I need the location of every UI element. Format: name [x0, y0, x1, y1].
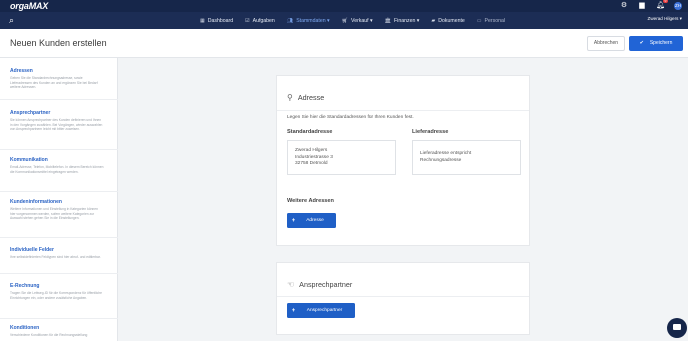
nav-dokumente[interactable]: ▰ Dokumente — [431, 18, 464, 24]
section-sidebar: Adressen Geben Sie die Standardrechnungs… — [0, 58, 118, 341]
nav-personal[interactable]: ▭ Personal — [477, 18, 505, 24]
sidebar-item-e-rechnung[interactable]: E-Rechnung Tragen Sie die Leitweg-ID für… — [0, 274, 118, 319]
delivery-address-box[interactable]: Lieferadresse entspricht Rechnungsadress… — [412, 140, 521, 175]
address-card-title: Adresse — [297, 93, 325, 102]
sidebar-item-kommunikation[interactable]: Kommunikation Email-Adresse, Telefon, Mo… — [0, 150, 118, 192]
sidebar-item-individuelle-felder[interactable]: Individuelle Felder Ihre selbstdefiniert… — [0, 238, 118, 274]
address-intro-text: Legen Sie hier die Standardadressen für … — [287, 115, 414, 120]
sidebar-item-adressen[interactable]: Adressen Geben Sie die Standardrechnungs… — [0, 58, 118, 100]
search-icon[interactable]: ⌕ — [9, 15, 14, 26]
cart-icon: 🛒︎ — [341, 17, 349, 24]
bell-icon[interactable]: 🔔︎ 9 — [656, 0, 668, 10]
standard-address-box[interactable]: Zwerad Hilgers Industriestrasse 3 32758 … — [287, 140, 396, 175]
notification-badge: 9 — [663, 0, 668, 3]
grid-icon: ▦ — [200, 17, 205, 24]
sidebar-item-ansprechpartner[interactable]: Ansprechpartner Sie können Ansprechpartn… — [0, 100, 118, 150]
nav-finanzen[interactable]: 🏛︎ Finanzen ▾ — [385, 18, 420, 24]
main-navigation: ⌕ ▦ Dashboard ☑ Aufgaben 👥︎ Stammdaten ▾ 🛒︎… — [0, 12, 688, 29]
address-card: ⚲ Adresse Legen Sie hier die Standardadr… — [276, 75, 530, 246]
divider — [277, 296, 529, 297]
checkmark-icon: ✔ — [639, 40, 644, 46]
save-button[interactable]: ✔ Speichern — [629, 36, 683, 51]
nav-dashboard[interactable]: ▦ Dashboard — [200, 18, 233, 24]
delivery-address-title: Lieferadresse — [412, 129, 449, 135]
nav-stammdaten[interactable]: 👥︎ Stammdaten ▾ — [287, 18, 330, 24]
add-contact-person-button[interactable]: + Ansprechpartner — [287, 303, 355, 318]
divider — [277, 110, 529, 111]
people-icon: 👥︎ — [286, 17, 294, 24]
nav-aufgaben[interactable]: ☑ Aufgaben — [245, 18, 275, 24]
id-card-icon: ▭ — [476, 17, 482, 24]
chat-bubble-icon[interactable] — [667, 318, 687, 338]
page-title: Neuen Kunden erstellen — [10, 38, 107, 48]
add-address-button[interactable]: + Adresse — [287, 213, 336, 228]
bank-icon: 🏛︎ — [384, 17, 392, 24]
cancel-button[interactable]: Abbrechen — [587, 36, 625, 51]
building-icon[interactable]: ▆ — [638, 2, 646, 10]
top-bar: orgaMAX ⚙ ▆ 🔔︎ 9 ZH — [0, 0, 688, 12]
standard-address-title: Standardadresse — [287, 129, 333, 135]
check-icon: ☑ — [245, 17, 250, 24]
contact-card-title: Ansprechpartner — [299, 280, 353, 289]
avatar[interactable]: ZH — [674, 2, 682, 10]
location-pin-icon: ⚲ — [287, 93, 293, 102]
settings-gear-icon[interactable]: ⚙ — [620, 2, 628, 10]
page-header: Neuen Kunden erstellen Abbrechen ✔ Speich… — [0, 29, 688, 58]
app-logo[interactable]: orgaMAX — [10, 1, 48, 11]
sidebar-item-kundeninformationen[interactable]: Kundeninformationen Weitere Informatione… — [0, 192, 118, 238]
sidebar-item-konditionen[interactable]: Konditionen Verschiedene Konditionen für… — [0, 319, 118, 341]
plus-icon: + — [291, 307, 296, 314]
contact-person-card: ☜ Ansprechpartner + Ansprechpartner — [276, 262, 530, 335]
plus-icon: + — [291, 217, 296, 224]
nav-verkauf[interactable]: 🛒︎ Verkauf ▾ — [342, 18, 373, 24]
more-addresses-title: Weitere Adressen — [287, 198, 334, 204]
handshake-icon: ☜ — [287, 280, 295, 289]
company-switcher[interactable]: Zwerad Hilgers ▾ — [648, 16, 682, 22]
folder-icon: ▰ — [431, 17, 436, 24]
